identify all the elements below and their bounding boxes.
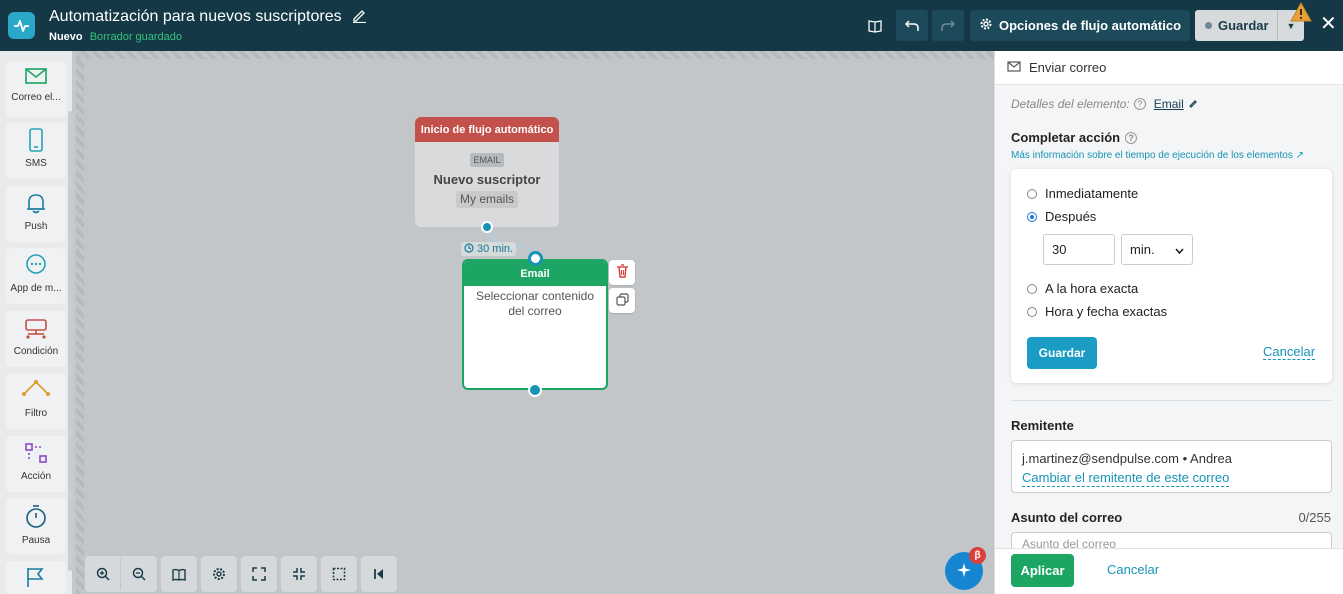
radio-circle-selected[interactable] [1027, 211, 1037, 222]
sender-value: j.martinez@sendpulse.com • Andrea [1022, 451, 1232, 466]
element-details: Detalles del elemento: ? Email [1011, 97, 1198, 111]
cancel-button[interactable]: Cancelar [1107, 562, 1159, 577]
email-node-body[interactable]: Seleccionar contenido del correo [464, 286, 606, 319]
edit-icon[interactable] [1188, 97, 1198, 111]
start-node-output-port[interactable] [481, 221, 493, 233]
subject-input[interactable]: Asunto del correo [1011, 532, 1332, 548]
delay-unit-select[interactable]: min. [1121, 234, 1193, 265]
subject-counter: 0/255 [1298, 510, 1331, 525]
email-node-input-port[interactable] [528, 251, 543, 266]
chevron-down-icon [1175, 242, 1184, 257]
more-info-link[interactable]: Más información sobre el tiempo de ejecu… [1011, 150, 1304, 161]
panel-header: Enviar correo [995, 51, 1343, 85]
save-timing-button[interactable]: Guardar [1027, 337, 1097, 369]
external-link-icon: ↗ [1295, 150, 1304, 161]
envelope-icon [1007, 60, 1021, 75]
start-node-name: Nuevo suscriptor [433, 172, 541, 187]
radio-exact-datetime[interactable]: Hora y fecha exactas [1027, 304, 1167, 319]
radio-circle[interactable] [1027, 283, 1037, 294]
divider [1011, 400, 1332, 401]
subject-heading: Asunto del correo [1011, 510, 1123, 525]
start-node-list: My emails [456, 191, 518, 208]
duplicate-node-button[interactable] [609, 288, 635, 313]
radio-after[interactable]: Después [1027, 209, 1096, 224]
cancel-timing-link[interactable]: Cancelar [1263, 344, 1316, 360]
radio-immediately[interactable]: Inmediatamente [1027, 186, 1138, 201]
help-icon[interactable]: ? [1133, 98, 1146, 110]
flow-start-node[interactable]: Inicio de flujo automático EMAIL Nuevo s… [415, 117, 559, 227]
delete-node-button[interactable] [609, 260, 635, 285]
zoom-out-icon[interactable] [121, 556, 157, 592]
trash-icon [616, 264, 629, 281]
radio-circle[interactable] [1027, 188, 1037, 199]
zoom-group [85, 556, 157, 592]
delay-value-input[interactable]: 30 [1043, 234, 1115, 265]
zoom-in-icon[interactable] [85, 556, 121, 592]
change-sender-link[interactable]: Cambiar el remitente de este correo [1022, 470, 1230, 487]
element-name[interactable]: Email [1154, 97, 1184, 111]
copy-icon [615, 292, 629, 309]
timing-card: Inmediatamente Después 30 min. A la hora… [1011, 169, 1332, 383]
radio-exact-time[interactable]: A la hora exacta [1027, 281, 1138, 296]
email-node[interactable]: Email Seleccionar contenido del correo [462, 259, 608, 390]
apply-button[interactable]: Aplicar [1011, 554, 1074, 587]
delay-label[interactable]: 30 min. [461, 242, 517, 256]
email-node-output-port[interactable] [528, 383, 542, 397]
book-icon[interactable] [161, 556, 197, 592]
radio-circle[interactable] [1027, 306, 1037, 317]
canvas-toolbar [85, 556, 397, 592]
select-area-icon[interactable] [321, 556, 357, 592]
clock-icon [464, 242, 474, 256]
complete-action-heading: Completar acción ? [1011, 130, 1138, 145]
panel-footer: Aplicar Cancelar [995, 548, 1343, 594]
help-icon[interactable]: ? [1125, 131, 1138, 144]
beta-badge: β [969, 547, 986, 564]
start-node-tag: EMAIL [470, 153, 504, 167]
sparkle-icon [956, 562, 972, 581]
element-settings-panel: Enviar correo Detalles del elemento: ? E… [994, 51, 1343, 594]
sender-box: j.martinez@sendpulse.com • Andrea Cambia… [1011, 440, 1332, 493]
settings-icon[interactable] [201, 556, 237, 592]
start-node-title: Inicio de flujo automático [415, 117, 559, 142]
collapse-icon[interactable] [281, 556, 317, 592]
sender-heading: Remitente [1011, 418, 1074, 433]
go-to-start-icon[interactable] [361, 556, 397, 592]
panel-title: Enviar correo [1029, 60, 1107, 75]
fullscreen-icon[interactable] [241, 556, 277, 592]
